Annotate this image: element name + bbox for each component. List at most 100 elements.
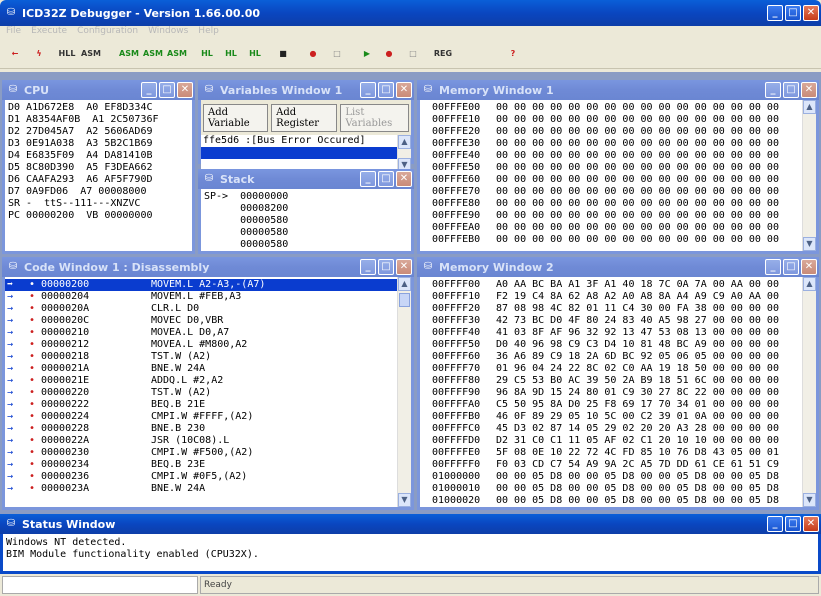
breakpoint-dot-icon[interactable]: • <box>29 387 41 399</box>
step-hll3-icon[interactable]: HL <box>244 41 266 65</box>
memory1-minimize-button[interactable]: _ <box>765 82 781 98</box>
breakpoint-dot-icon[interactable]: • <box>29 435 41 447</box>
menu-item-configuration[interactable]: Configuration <box>77 26 138 39</box>
code-close-button[interactable]: ✕ <box>396 259 412 275</box>
memory-bytes[interactable]: 01 96 04 24 22 8C 02 C0 AA 19 18 50 00 0… <box>496 363 779 375</box>
table-row[interactable]: → • 0000022A JSR (10C08).L <box>5 435 397 447</box>
stack-close-button[interactable]: ✕ <box>396 171 412 187</box>
scroll-up-icon[interactable]: ▲ <box>803 100 816 114</box>
variables-close-button[interactable]: ✕ <box>396 82 412 98</box>
maximize-button[interactable]: □ <box>785 5 801 21</box>
breakpoint-dot-icon[interactable]: • <box>29 471 41 483</box>
cpu-close-button[interactable]: ✕ <box>177 82 193 98</box>
reset-icon[interactable]: □ <box>402 41 424 65</box>
memory-bytes[interactable]: 00 00 05 D8 00 00 05 D8 00 00 05 D8 00 0… <box>496 471 779 483</box>
variable-row[interactable]: ffe5d6 :[Bus Error Occured] <box>201 135 411 147</box>
memory1-maximize-button[interactable]: □ <box>783 82 799 98</box>
stack-minimize-button[interactable]: _ <box>360 171 376 187</box>
memory-bytes[interactable]: F0 03 CD C7 54 A9 9A 2C A5 7D DD 61 CE 6… <box>496 459 779 471</box>
breakpoint-icon[interactable]: ● <box>302 41 324 65</box>
table-row[interactable]: → • 00000236 CMPI.W #0F5,(A2) <box>5 471 397 483</box>
memory-bytes[interactable]: 00 00 00 00 00 00 00 00 00 00 00 00 00 0… <box>496 126 779 138</box>
memory-bytes[interactable]: 00 00 00 00 00 00 00 00 00 00 00 00 00 0… <box>496 150 779 162</box>
table-row[interactable]: → • 00000222 BEQ.B 21E <box>5 399 397 411</box>
memory-bytes[interactable]: 00 00 00 00 00 00 00 00 00 00 00 00 00 0… <box>496 222 779 234</box>
variables-minimize-button[interactable]: _ <box>360 82 376 98</box>
breakpoint-dot-icon[interactable]: • <box>29 423 41 435</box>
menu-item-windows[interactable]: Windows <box>148 26 188 39</box>
lightning-icon[interactable]: ϟ <box>28 41 50 65</box>
scroll-up-icon[interactable]: ▲ <box>803 277 816 291</box>
asm-icon[interactable]: ASM <box>80 41 102 65</box>
status-close-button[interactable]: ✕ <box>803 516 819 532</box>
memory-bytes[interactable]: 00 00 00 00 00 00 00 00 00 00 00 00 00 0… <box>496 114 779 126</box>
breakpoint-dot-icon[interactable]: • <box>29 303 41 315</box>
memory-bytes[interactable]: 00 00 00 00 00 00 00 00 00 00 00 00 00 0… <box>496 162 779 174</box>
breakpoint-dot-icon[interactable]: • <box>29 315 41 327</box>
memory-bytes[interactable]: C5 50 95 8A D0 25 F8 69 17 70 34 01 00 0… <box>496 399 779 411</box>
memory-bytes[interactable]: 00 00 00 00 00 00 00 00 00 00 00 00 00 0… <box>496 186 779 198</box>
table-row[interactable]: → • 00000204 MOVEM.L #FEB,A3 <box>5 291 397 303</box>
scroll-down-icon[interactable]: ▼ <box>398 493 411 507</box>
help-icon[interactable]: ? <box>502 41 524 65</box>
registers-icon[interactable]: REG <box>432 41 454 65</box>
memory-bytes[interactable]: 41 03 8F AF 96 32 92 13 47 53 08 13 00 0… <box>496 327 779 339</box>
step-asm-icon[interactable]: ASM <box>118 41 140 65</box>
table-row[interactable]: → • 00000210 MOVEA.L D0,A7 <box>5 327 397 339</box>
stop-icon[interactable]: ■ <box>272 41 294 65</box>
breakpoint-dot-icon[interactable]: • <box>29 279 41 291</box>
table-row[interactable]: → • 00000212 MOVEA.L #M800,A2 <box>5 339 397 351</box>
breakpoint-dot-icon[interactable]: • <box>29 483 41 495</box>
step-hll2-icon[interactable]: HL <box>220 41 242 65</box>
table-row[interactable]: → • 0000021A BNE.W 24A <box>5 363 397 375</box>
step-asm2-icon[interactable]: ASM <box>142 41 164 65</box>
scroll-up-icon[interactable]: ▲ <box>398 277 411 291</box>
memory-bytes[interactable]: 42 73 BC D0 4F 80 24 83 40 A5 98 27 00 0… <box>496 315 779 327</box>
list-variables-button[interactable]: List Variables <box>340 104 409 132</box>
breakpoint-dot-icon[interactable]: • <box>29 399 41 411</box>
scroll-down-icon[interactable]: ▼ <box>803 237 816 251</box>
memory-bytes[interactable]: A0 AA BC BA A1 3F A1 40 18 7C 0A 7A 00 A… <box>496 279 779 291</box>
status-maximize-button[interactable]: □ <box>785 516 801 532</box>
memory-bytes[interactable]: 00 00 00 00 00 00 00 00 00 00 00 00 00 0… <box>496 210 779 222</box>
memory-bytes[interactable]: 00 00 00 00 00 00 00 00 00 00 00 00 00 0… <box>496 174 779 186</box>
table-row[interactable]: → • 00000230 CMPI.W #F500,(A2) <box>5 447 397 459</box>
memory-bytes[interactable]: 36 A6 89 C9 18 2A 6D BC 92 05 06 05 00 0… <box>496 351 779 363</box>
menu-item-execute[interactable]: Execute <box>31 26 67 39</box>
memory-bytes[interactable]: 00 00 00 00 00 00 00 00 00 00 00 00 00 0… <box>496 138 779 150</box>
step-hll-icon[interactable]: HL <box>196 41 218 65</box>
cpu-maximize-button[interactable]: □ <box>159 82 175 98</box>
hll-icon[interactable]: HLL <box>56 41 78 65</box>
memory-bytes[interactable]: 00 00 00 00 00 00 00 00 00 00 00 00 00 0… <box>496 234 779 246</box>
variables-maximize-button[interactable]: □ <box>378 82 394 98</box>
minimize-button[interactable]: _ <box>767 5 783 21</box>
memory1-close-button[interactable]: ✕ <box>801 82 817 98</box>
table-row[interactable]: → • 0000020C MOVEC D0,VBR <box>5 315 397 327</box>
close-button[interactable]: ✕ <box>803 5 819 21</box>
breakpoint-dot-icon[interactable]: • <box>29 351 41 363</box>
table-row[interactable]: → • 00000220 TST.W (A2) <box>5 387 397 399</box>
memory-bytes[interactable]: D2 31 C0 C1 11 05 AF 02 C1 20 10 10 00 0… <box>496 435 779 447</box>
breakpoint-dot-icon[interactable]: • <box>29 375 41 387</box>
table-row[interactable]: → • 00000228 BNE.B 230 <box>5 423 397 435</box>
memory-bytes[interactable]: 00 00 05 D8 00 00 05 D8 00 00 05 D8 00 0… <box>496 483 779 495</box>
memory-bytes[interactable]: D0 40 96 98 C9 C3 D4 10 81 48 BC A9 00 0… <box>496 339 779 351</box>
scroll-thumb[interactable] <box>399 293 410 307</box>
variable-row-selected[interactable] <box>201 147 397 159</box>
memory-bytes[interactable]: 00 00 00 00 00 00 00 00 00 00 00 00 00 0… <box>496 102 779 114</box>
cpu-minimize-button[interactable]: _ <box>141 82 157 98</box>
breakpoint-dot-icon[interactable]: • <box>29 363 41 375</box>
run-icon[interactable]: ▶ <box>356 41 378 65</box>
breakpoint-dot-icon[interactable]: • <box>29 339 41 351</box>
breakpoint-dot-icon[interactable]: • <box>29 291 41 303</box>
breakpoint-dot-icon[interactable]: • <box>29 327 41 339</box>
run-breakpoint-icon[interactable]: ● <box>378 41 400 65</box>
code-minimize-button[interactable]: _ <box>360 259 376 275</box>
memory-bytes[interactable]: 29 C5 53 B0 AC 39 50 2A B9 18 51 6C 00 0… <box>496 375 779 387</box>
menu-item-file[interactable]: File <box>6 26 21 39</box>
table-row[interactable]: → • 0000021E ADDQ.L #2,A2 <box>5 375 397 387</box>
memory-bytes[interactable]: F2 19 C4 8A 62 A8 A2 A0 A8 8A A4 A9 C9 A… <box>496 291 779 303</box>
memory-bytes[interactable]: 45 D3 02 87 14 05 29 02 20 20 A3 28 00 0… <box>496 423 779 435</box>
code-maximize-button[interactable]: □ <box>378 259 394 275</box>
status-minimize-button[interactable]: _ <box>767 516 783 532</box>
